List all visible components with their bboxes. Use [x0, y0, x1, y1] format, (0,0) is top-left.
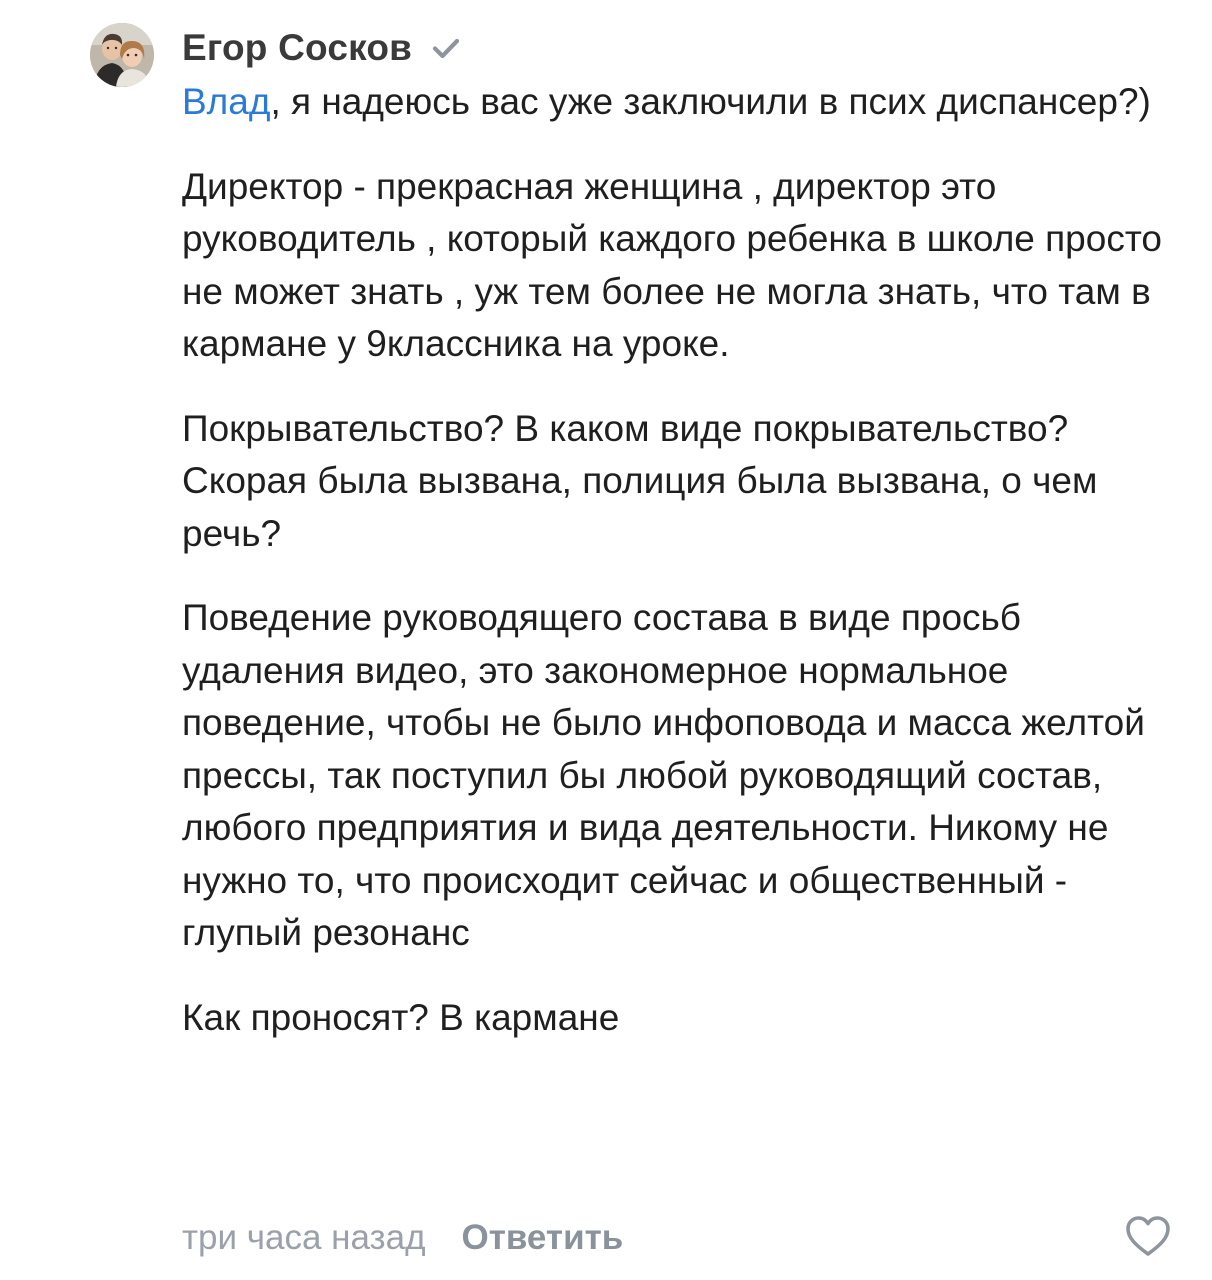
timestamp: три часа назад: [182, 1218, 426, 1257]
verified-check-icon: [430, 32, 462, 64]
comment-paragraph: Как проносят? В кармане: [182, 996, 620, 1038]
heart-outline-icon[interactable]: [1124, 1214, 1172, 1258]
comment-paragraph: Поведение руководящего состава в виде пр…: [182, 597, 1145, 953]
avatar[interactable]: [90, 23, 154, 87]
mention-link[interactable]: Влад: [182, 81, 270, 122]
author-row: Егор Сосков: [182, 24, 462, 72]
comment-paragraph: Покрывательство? В каком виде покрывател…: [182, 407, 1098, 554]
comment-footer: три часа назад Ответить: [182, 1212, 623, 1264]
avatar-photo-icon: [90, 23, 154, 87]
comment-text: Влад, я надеюсь вас уже заключили в псих…: [182, 76, 1172, 1044]
reply-button[interactable]: Ответить: [462, 1218, 624, 1258]
comment-paragraph: Директор - прекрасная женщина , директор…: [182, 165, 1162, 365]
comment-paragraph: Влад, я надеюсь вас уже заключили в псих…: [182, 76, 1172, 129]
comment-card: Егор Сосков Влад, я надеюсь вас уже закл…: [0, 0, 1212, 1280]
paragraph-text: , я надеюсь вас уже заключили в псих дис…: [270, 81, 1151, 122]
author-name[interactable]: Егор Сосков: [182, 27, 412, 69]
